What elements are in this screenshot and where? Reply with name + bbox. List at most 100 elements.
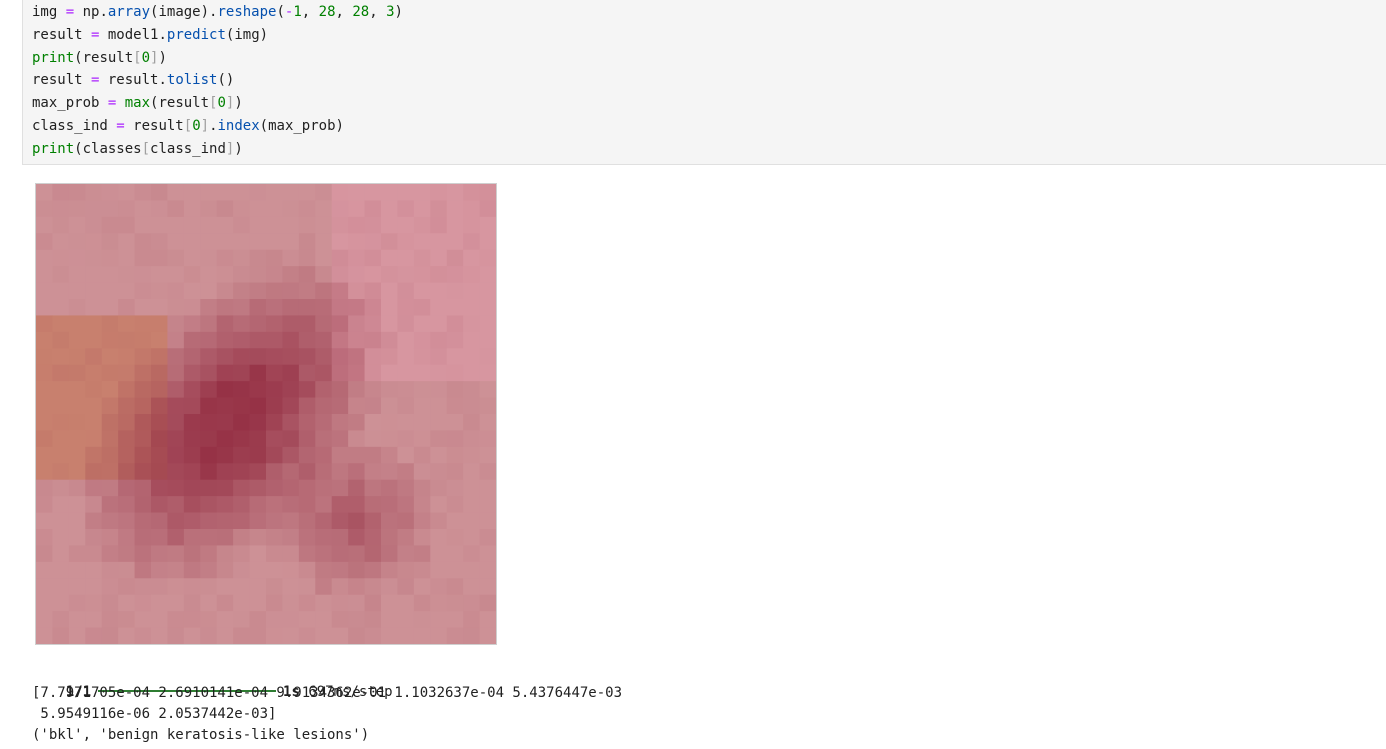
image-pixel <box>183 512 201 530</box>
image-pixel <box>463 233 480 251</box>
image-pixel <box>249 512 267 530</box>
image-pixel <box>413 545 431 563</box>
image-pixel <box>101 446 119 464</box>
image-pixel <box>233 529 250 546</box>
image-pixel <box>118 578 135 596</box>
image-pixel <box>216 364 234 382</box>
image-pixel <box>397 611 415 628</box>
image-pixel <box>249 249 267 267</box>
image-pixel <box>413 496 431 513</box>
image-pixel <box>216 479 234 497</box>
image-pixel <box>85 594 103 612</box>
image-pixel <box>463 463 480 481</box>
image-pixel <box>282 216 300 234</box>
image-pixel <box>364 282 382 300</box>
image-pixel <box>200 397 218 415</box>
image-pixel <box>101 216 119 234</box>
image-pixel <box>233 331 250 349</box>
image-pixel <box>118 611 135 628</box>
image-pixel <box>348 381 365 398</box>
code-line[interactable]: print(result[0]) <box>32 47 167 69</box>
image-pixel <box>233 594 250 612</box>
image-pixel <box>85 331 103 349</box>
image-pixel <box>85 315 103 333</box>
code-cell[interactable]: img = np.array(image).reshape(-1, 28, 28… <box>22 0 1386 165</box>
image-pixel <box>134 266 152 283</box>
image-pixel <box>118 463 135 481</box>
image-pixel <box>397 414 415 431</box>
image-pixel <box>298 561 316 579</box>
image-pixel <box>331 446 349 464</box>
image-pixel <box>298 200 316 218</box>
code-line[interactable]: result = result.tolist() <box>32 69 234 91</box>
image-pixel <box>463 331 480 349</box>
image-pixel <box>200 529 218 546</box>
image-pixel <box>200 545 218 563</box>
image-pixel <box>68 561 86 579</box>
image-pixel <box>167 299 185 316</box>
image-pixel <box>101 578 119 596</box>
lesion-image <box>35 183 497 645</box>
image-pixel <box>315 611 333 628</box>
image-pixel <box>315 397 333 415</box>
image-pixel <box>167 216 185 234</box>
image-pixel <box>446 282 464 300</box>
image-pixel <box>446 463 464 481</box>
image-pixel <box>233 446 250 464</box>
image-pixel <box>233 200 250 218</box>
image-pixel <box>85 233 103 251</box>
code-line[interactable]: print(classes[class_ind]) <box>32 138 243 160</box>
image-pixel <box>101 561 119 579</box>
image-pixel <box>52 249 70 267</box>
image-pixel <box>233 578 250 596</box>
image-pixel <box>151 184 168 201</box>
image-pixel <box>348 496 365 513</box>
image-pixel <box>348 397 365 415</box>
image-pixel <box>446 512 464 530</box>
image-pixel <box>36 561 53 579</box>
image-pixel <box>183 463 201 481</box>
image-pixel <box>85 381 103 398</box>
image-pixel <box>151 266 168 283</box>
image-pixel <box>151 299 168 316</box>
image-pixel <box>282 249 300 267</box>
image-pixel <box>266 299 283 316</box>
image-pixel <box>249 446 267 464</box>
image-pixel <box>446 315 464 333</box>
image-pixel <box>151 545 168 563</box>
image-pixel <box>266 430 283 448</box>
image-pixel <box>200 364 218 382</box>
image-pixel <box>413 233 431 251</box>
image-pixel <box>101 348 119 366</box>
image-pixel <box>183 611 201 628</box>
image-pixel <box>118 266 135 283</box>
image-pixel <box>68 381 86 398</box>
image-pixel <box>249 479 267 497</box>
image-pixel <box>315 216 333 234</box>
image-pixel <box>282 627 300 644</box>
image-pixel <box>151 397 168 415</box>
image-pixel <box>282 414 300 431</box>
image-pixel <box>479 561 496 579</box>
image-pixel <box>348 594 365 612</box>
image-pixel <box>413 282 431 300</box>
image-pixel <box>381 545 398 563</box>
code-line[interactable]: img = np.array(image).reshape(-1, 28, 28… <box>32 1 403 23</box>
code-line[interactable]: result = model1.predict(img) <box>32 24 268 46</box>
image-pixel <box>463 216 480 234</box>
image-pixel <box>134 430 152 448</box>
code-line[interactable]: class_ind = result[0].index(max_prob) <box>32 115 344 137</box>
image-pixel <box>68 414 86 431</box>
image-pixel <box>364 627 382 644</box>
image-pixel <box>463 446 480 464</box>
image-pixel <box>331 611 349 628</box>
image-pixel <box>364 545 382 563</box>
image-pixel <box>101 315 119 333</box>
image-pixel <box>479 381 496 398</box>
image-pixel <box>68 545 86 563</box>
image-pixel <box>118 299 135 316</box>
image-pixel <box>479 627 496 644</box>
image-pixel <box>52 496 70 513</box>
code-line[interactable]: max_prob = max(result[0]) <box>32 92 243 114</box>
image-pixel <box>151 627 168 644</box>
